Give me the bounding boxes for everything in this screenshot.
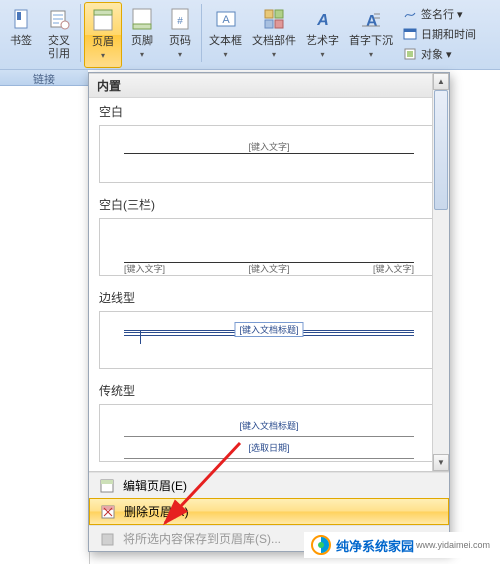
- preview-line: [124, 436, 414, 437]
- gallery-item-three[interactable]: [键入文字] [键入文字] [键入文字]: [99, 218, 439, 276]
- header-label: 页眉: [92, 36, 114, 49]
- edit-header-button[interactable]: 编辑页眉(E): [89, 472, 449, 498]
- placeholder-text: [键入文字]: [124, 262, 165, 275]
- svg-text:A: A: [222, 14, 230, 26]
- gallery-item-border-label: 边线型: [89, 284, 449, 309]
- chevron-down-icon: ▾: [140, 50, 144, 59]
- placeholder-text: [键入文档标题]: [124, 419, 414, 432]
- pagenum-button[interactable]: # 页码 ▾: [162, 2, 198, 68]
- chevron-down-icon: ▾: [369, 50, 373, 59]
- ribbon-separator: [201, 4, 202, 62]
- svg-text:A: A: [316, 12, 329, 29]
- ribbon-toolbar: 书签 交叉 引用 页眉 ▾ 页脚 ▾ # 页码 ▾ A 文本框 ▾: [0, 0, 500, 70]
- preview-line: [124, 458, 414, 459]
- crossref-label: 交叉 引用: [48, 35, 70, 61]
- chevron-down-icon: ▾: [223, 50, 227, 59]
- dropcap-icon: A: [357, 5, 385, 33]
- text-cursor: [140, 330, 141, 344]
- watermark: 纯净系统家园 www.yidaimei.com: [304, 532, 496, 558]
- textbox-icon: A: [212, 5, 240, 33]
- signature-icon: [402, 6, 418, 22]
- textbox-button[interactable]: A 文本框 ▾: [205, 2, 246, 68]
- chevron-down-icon: ▾: [272, 50, 276, 59]
- preview-line: [124, 262, 414, 263]
- signature-button[interactable]: 签名行 ▾: [402, 4, 476, 24]
- preview-line: [124, 153, 414, 154]
- scroll-track[interactable]: [433, 90, 449, 454]
- document-background: [0, 86, 90, 564]
- chevron-down-icon: ▾: [320, 50, 324, 59]
- header-button[interactable]: 页眉 ▾: [84, 2, 122, 68]
- bookmark-icon: [7, 5, 35, 33]
- save-to-gallery-label: 将所选内容保存到页眉库(S)...: [123, 530, 281, 547]
- dropcap-button[interactable]: A 首字下沉 ▾: [345, 2, 397, 68]
- svg-text:#: #: [177, 16, 183, 27]
- header-gallery-dropdown: 内置 空白 [键入文字] 空白(三栏) [键入文字] [键入文字] [键入文字]…: [88, 72, 450, 552]
- textbox-label: 文本框: [209, 35, 242, 48]
- edit-icon: [99, 478, 117, 494]
- gallery-scroll-area: 内置 空白 [键入文字] 空白(三栏) [键入文字] [键入文字] [键入文字]…: [89, 73, 449, 472]
- ribbon-group-links: 链接: [0, 70, 88, 86]
- object-label: 对象 ▾: [421, 46, 452, 62]
- watermark-url: www.yidaimei.com: [416, 540, 490, 550]
- object-button[interactable]: 对象 ▾: [402, 44, 476, 64]
- gallery-item-border[interactable]: [键入文档标题]: [99, 311, 439, 369]
- edit-header-label: 编辑页眉(E): [123, 477, 187, 494]
- footer-icon: [128, 5, 156, 33]
- wordart-label: 艺术字: [306, 35, 339, 48]
- pagenum-label: 页码: [169, 35, 191, 48]
- placeholder-text: [键入文字]: [248, 262, 289, 275]
- placeholder-text: [键入文档标题]: [234, 322, 303, 337]
- remove-header-button[interactable]: 删除页眉(R): [89, 498, 449, 525]
- footer-button[interactable]: 页脚 ▾: [124, 2, 160, 68]
- bookmark-label: 书签: [10, 35, 32, 48]
- placeholder-text: [键入文字]: [124, 140, 414, 153]
- footer-label: 页脚: [131, 35, 153, 48]
- gallery-section-builtin: 内置: [89, 73, 449, 98]
- remove-icon: [100, 504, 118, 520]
- placeholder-text: [键入文字]: [373, 262, 414, 275]
- gallery-item-trad-label: 传统型: [89, 377, 449, 402]
- pagenum-icon: #: [166, 5, 194, 33]
- save-icon: [99, 531, 117, 547]
- signature-label: 签名行 ▾: [421, 6, 463, 22]
- datetime-label: 日期和时间: [421, 26, 476, 42]
- placeholder-text: [选取日期]: [124, 441, 414, 454]
- chevron-down-icon: ▾: [101, 51, 105, 60]
- crossref-icon: [45, 5, 73, 33]
- ribbon-mini-group: 签名行 ▾ 日期和时间 对象 ▾: [398, 0, 480, 64]
- watermark-logo-icon: [310, 534, 332, 556]
- gallery-item-blank[interactable]: [键入文字]: [99, 125, 439, 183]
- chevron-down-icon: ▾: [178, 50, 182, 59]
- datetime-icon: [402, 26, 418, 42]
- object-icon: [402, 46, 418, 62]
- svg-text:A: A: [366, 13, 378, 30]
- gallery-scrollbar[interactable]: ▲ ▼: [432, 73, 449, 471]
- scroll-up-button[interactable]: ▲: [433, 73, 449, 90]
- gallery-item-three-label: 空白(三栏): [89, 191, 449, 216]
- wordart-icon: A: [309, 5, 337, 33]
- buildingblocks-icon: [260, 5, 288, 33]
- buildingblocks-label: 文档部件: [252, 35, 296, 48]
- scroll-thumb[interactable]: [434, 90, 448, 210]
- gallery-item-blank-label: 空白: [89, 98, 449, 123]
- gallery-item-trad[interactable]: [键入文档标题] [选取日期]: [99, 404, 439, 462]
- wordart-button[interactable]: A 艺术字 ▾: [302, 2, 343, 68]
- datetime-button[interactable]: 日期和时间: [402, 24, 476, 44]
- buildingblocks-button[interactable]: 文档部件 ▾: [248, 2, 300, 68]
- watermark-brand: 纯净系统家园: [336, 536, 414, 555]
- header-icon: [89, 6, 117, 34]
- scroll-down-button[interactable]: ▼: [433, 454, 449, 471]
- bookmark-button[interactable]: 书签: [3, 2, 39, 68]
- remove-header-label: 删除页眉(R): [124, 503, 189, 520]
- dropcap-label: 首字下沉: [349, 35, 393, 48]
- crossref-button[interactable]: 交叉 引用: [41, 2, 77, 68]
- ribbon-separator: [80, 4, 81, 62]
